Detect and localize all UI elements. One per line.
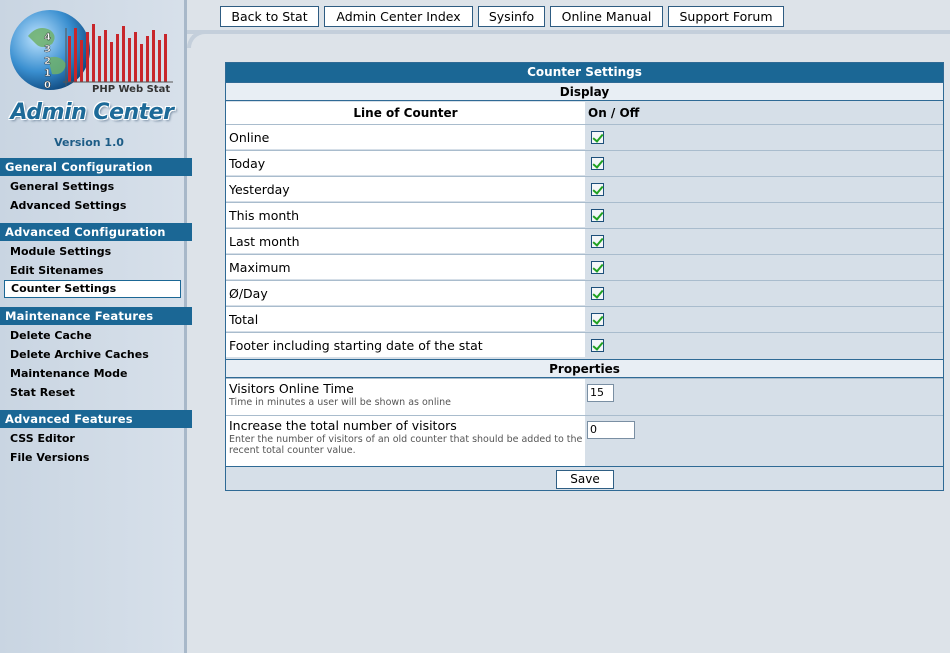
display-heading: Display (226, 82, 943, 101)
nav-heading-advanced-configuration: Advanced Configuration (0, 223, 192, 241)
total-checkbox[interactable] (591, 313, 604, 326)
svg-text:3: 3 (44, 44, 51, 55)
back-to-stat-button[interactable]: Back to Stat (220, 6, 319, 27)
maximum-checkbox[interactable] (591, 261, 604, 274)
online-checkbox[interactable] (591, 131, 604, 144)
sidebar: 432 10 PHP Web Stat Admin Center Version… (0, 0, 192, 653)
properties-heading: Properties (226, 359, 943, 378)
counter-row-toggle-cell (585, 202, 943, 227)
counter-row-label: Online (226, 124, 585, 149)
admin-center-title: Admin Center (10, 100, 174, 125)
footer-checkbox[interactable] (591, 339, 604, 352)
increase-total-visitors-input[interactable]: 0 (587, 421, 635, 439)
counter-row-label: Last month (226, 228, 585, 253)
nav-item-css-editor[interactable]: CSS Editor (4, 430, 181, 448)
counter-row-label: Maximum (226, 254, 585, 279)
property-description: Enter the number of visitors of an old c… (229, 434, 583, 456)
average-per-day-checkbox[interactable] (591, 287, 604, 300)
counter-row-toggle-cell (585, 176, 943, 201)
nav-item-maintenance-mode[interactable]: Maintenance Mode (4, 365, 181, 383)
online-manual-button[interactable]: Online Manual (550, 6, 663, 27)
admin-center-index-button[interactable]: Admin Center Index (324, 6, 473, 27)
yesterday-checkbox[interactable] (591, 183, 604, 196)
nav-item-counter-settings[interactable]: Counter Settings (4, 280, 181, 298)
version-label: Version 1.0 (54, 136, 124, 149)
save-button[interactable]: Save (556, 470, 614, 489)
counter-row-toggle-cell (585, 228, 943, 253)
counter-settings-panel: Counter Settings Display Line of Counter… (225, 62, 944, 491)
property-visitors-online-time: Visitors Online Time Time in minutes a u… (226, 378, 585, 415)
counter-row-toggle-cell (585, 254, 943, 279)
nav-heading-maintenance-features: Maintenance Features (0, 307, 192, 325)
panel-title: Counter Settings (226, 63, 943, 82)
counter-row-label: Footer including starting date of the st… (226, 332, 585, 357)
visitors-online-time-input[interactable]: 15 (587, 384, 614, 402)
nav-item-module-settings[interactable]: Module Settings (4, 243, 181, 261)
property-title: Increase the total number of visitors (229, 418, 457, 433)
svg-text:2: 2 (44, 56, 51, 67)
counter-row-toggle-cell (585, 150, 943, 175)
counter-row-label: Ø/Day (226, 280, 585, 305)
counter-row-label: Yesterday (226, 176, 585, 201)
svg-text:0: 0 (44, 80, 51, 91)
nav-heading-advanced-features: Advanced Features (0, 410, 192, 428)
counter-row-label: Today (226, 150, 585, 175)
svg-text:4: 4 (44, 32, 51, 43)
nav-item-stat-reset[interactable]: Stat Reset (4, 384, 181, 402)
last-month-checkbox[interactable] (591, 235, 604, 248)
nav-heading-general-configuration: General Configuration (0, 158, 192, 176)
counter-row-label: This month (226, 202, 585, 227)
nav-item-advanced-settings[interactable]: Advanced Settings (4, 197, 181, 215)
counter-row-label: Total (226, 306, 585, 331)
counter-row-toggle-cell (585, 280, 943, 305)
counter-row-toggle-cell (585, 332, 943, 357)
nav-item-edit-sitenames[interactable]: Edit Sitenames (4, 262, 181, 280)
nav-item-file-versions[interactable]: File Versions (4, 449, 181, 467)
svg-text:1: 1 (44, 68, 51, 79)
column-header-onoff: On / Off (585, 102, 943, 124)
save-row: Save (226, 466, 943, 490)
today-checkbox[interactable] (591, 157, 604, 170)
property-input-cell: 15 (585, 378, 943, 415)
nav-item-delete-archive-caches[interactable]: Delete Archive Caches (4, 346, 181, 364)
nav-item-general-settings[interactable]: General Settings (4, 178, 181, 196)
property-description: Time in minutes a user will be shown as … (229, 397, 451, 408)
property-title: Visitors Online Time (229, 381, 354, 396)
counter-row-toggle-cell (585, 306, 943, 331)
php-web-stat-logo: 432 10 PHP Web Stat (10, 10, 173, 95)
top-divider (187, 30, 950, 34)
counter-row-toggle-cell (585, 124, 943, 149)
support-forum-button[interactable]: Support Forum (668, 6, 784, 27)
logo-brand-text: PHP Web Stat (92, 84, 170, 95)
column-header-line: Line of Counter (226, 102, 585, 124)
this-month-checkbox[interactable] (591, 209, 604, 222)
sysinfo-button[interactable]: Sysinfo (478, 6, 545, 27)
property-increase-total: Increase the total number of visitors En… (226, 415, 585, 466)
property-input-cell: 0 (585, 415, 943, 466)
nav-item-delete-cache[interactable]: Delete Cache (4, 327, 181, 345)
